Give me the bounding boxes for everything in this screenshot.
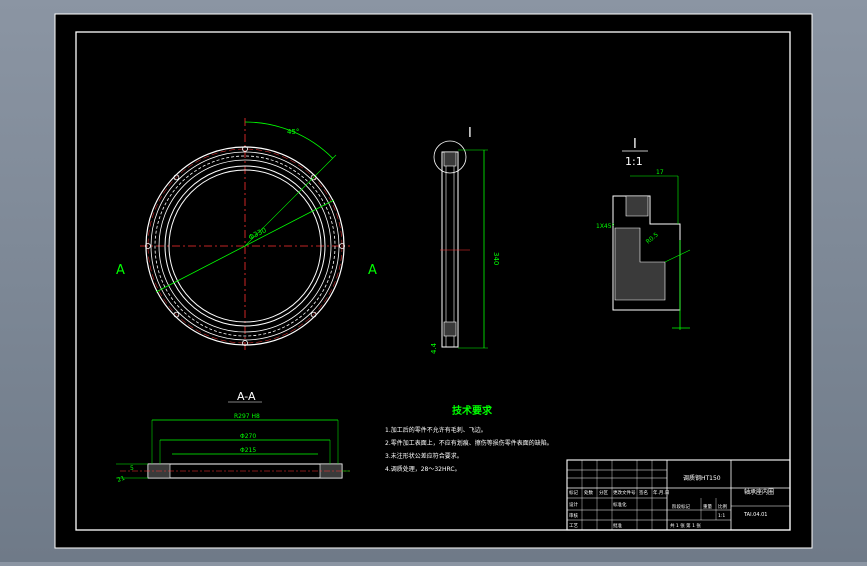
tb-weight: 重量: [703, 503, 712, 510]
tb-label-count: 处数: [584, 489, 593, 496]
note-2: 2.零件加工表面上，不应有划痕、擦伤等损伤零件表面的缺陷。: [385, 439, 553, 447]
tb-label-change: 更改文件号: [613, 489, 636, 496]
material: 调质钢HT150: [683, 474, 721, 482]
tb-label-sign: 签名: [639, 489, 648, 496]
dim-detail-top: 17: [656, 169, 664, 176]
tb-label-date: 年.月.日: [653, 489, 669, 496]
tb-label-mark: 标记: [569, 489, 578, 496]
dim-section-mid: Φ270: [240, 433, 256, 440]
detail-scale: 1:1: [625, 155, 643, 168]
tb-label-zone: 分区: [599, 489, 608, 496]
section-title: A-A: [237, 390, 256, 403]
drawing-canvas: Φ330 45° A A I 340 4.4 I 1:1 17 1X45° R0…: [54, 13, 813, 549]
note-4: 4.调质处理，28～32HRC。: [385, 465, 461, 473]
note-1: 1.加工后的零件不允许有毛刺、飞边。: [385, 426, 487, 434]
part-name: 轴承座内圈: [744, 488, 774, 496]
section-label-left: A: [116, 263, 125, 278]
tb-process: 工艺: [569, 523, 578, 529]
note-3: 3.未注形状公差应符合要求。: [385, 452, 463, 460]
cad-viewport[interactable]: Φ330 45° A A I 340 4.4 I 1:1 17 1X45° R0…: [0, 0, 867, 562]
tb-review: 审核: [569, 512, 578, 519]
tb-scale: 1:1: [718, 513, 725, 519]
section-label-right: A: [368, 263, 377, 278]
tb-stage: 阶段标记: [672, 503, 690, 510]
tb-scale-label: 比例: [718, 503, 727, 510]
dim-thickness: 4.4: [430, 342, 438, 354]
dim-section-side2: 5: [130, 465, 134, 472]
drawing-code: TAI.04.01: [743, 512, 767, 518]
dim-angle: 45°: [287, 128, 299, 136]
detail-title: I: [633, 137, 637, 152]
dim-height: 340: [492, 252, 500, 265]
dim-detail-left: 1X45°: [596, 223, 615, 230]
tb-standard: 标准化: [613, 501, 627, 508]
tb-design: 设计: [569, 501, 578, 508]
notes-title: 技术要求: [452, 404, 493, 417]
dim-section-outer: R297 H8: [234, 413, 260, 420]
tb-approve: 批准: [613, 522, 622, 529]
dim-section-inner: Φ215: [240, 447, 256, 454]
tb-sheet: 共 1 张 第 1 张: [670, 522, 701, 529]
detail-marker: I: [468, 126, 472, 141]
